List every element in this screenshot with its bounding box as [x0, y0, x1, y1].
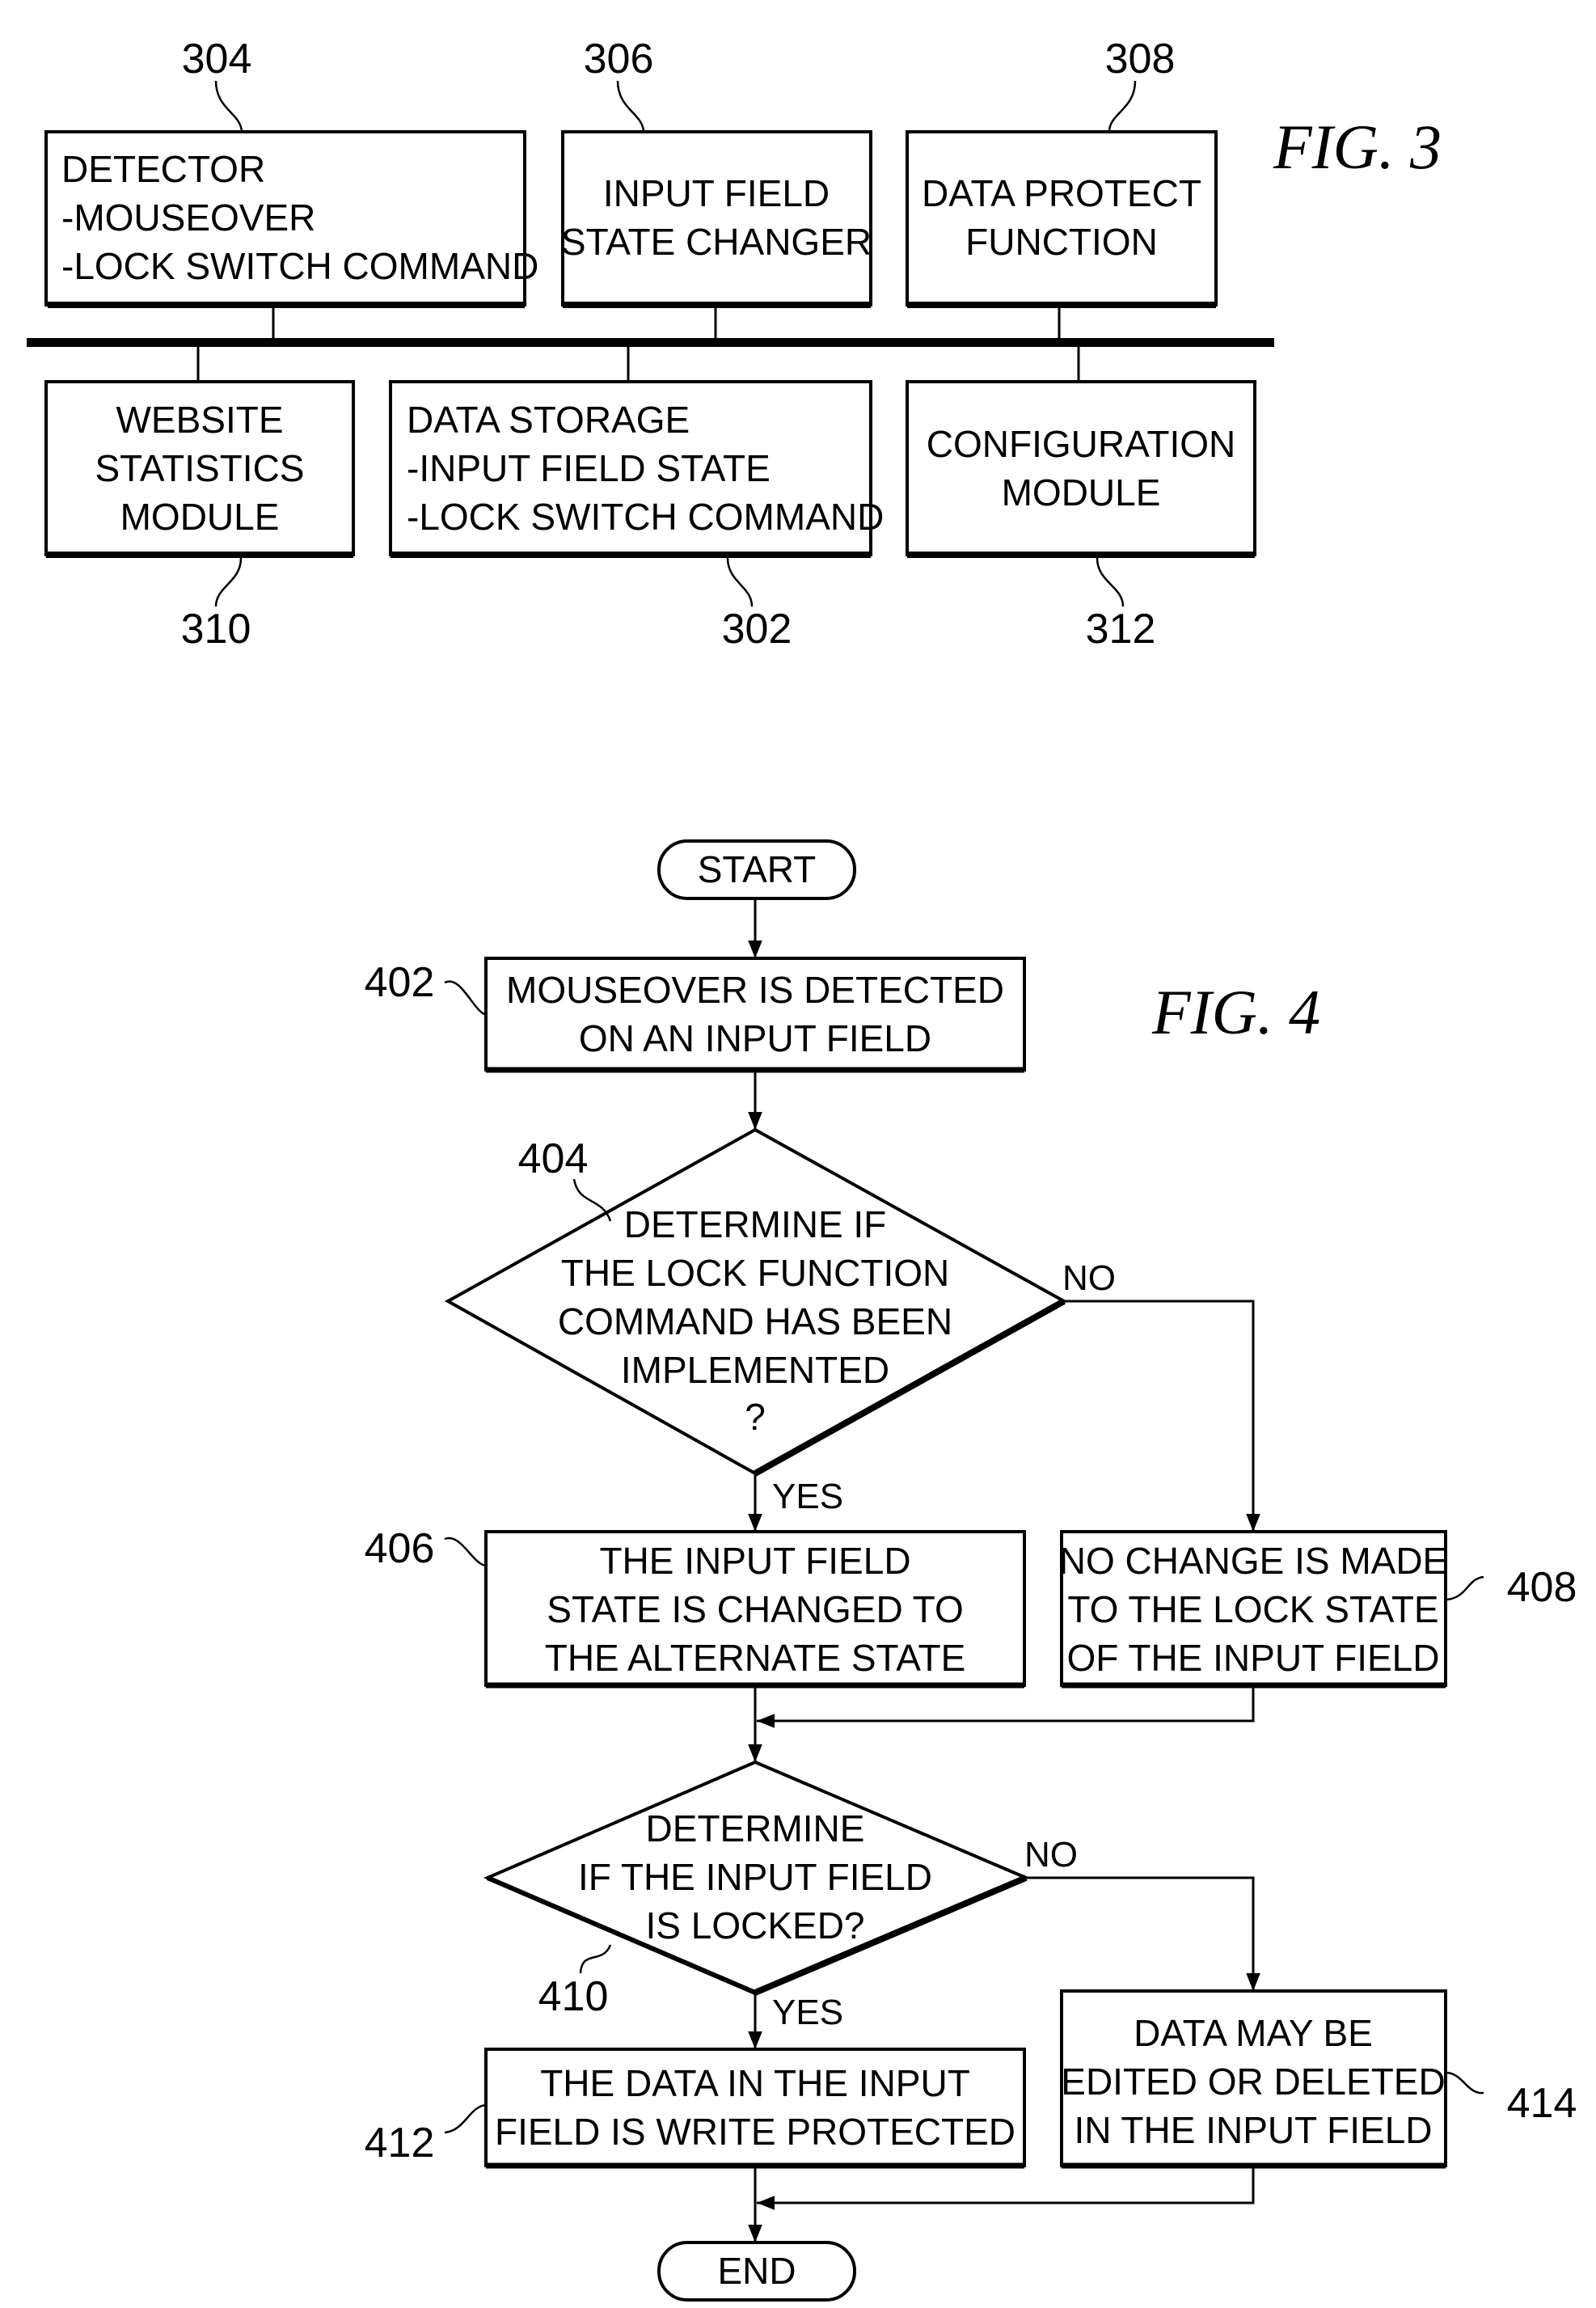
step-414-line-1: DATA MAY BE: [1134, 2012, 1373, 2054]
block-detector-line-3: -LOCK SWITCH COMMAND: [61, 245, 538, 287]
arrow-410-no-to-414: [1026, 1876, 1260, 1991]
block-website-statistics-module: WEBSITE STATISTICS MODULE 310: [44, 347, 355, 653]
figure-4-title: FIG. 4: [1151, 977, 1320, 1047]
block-detector-line-2: -MOUSEOVER: [61, 197, 315, 239]
system-bus: [27, 338, 1274, 347]
decision-410-no-label: NO: [1024, 1835, 1078, 1875]
decision-410-line-1: DETERMINE: [646, 1807, 865, 1849]
end-label: END: [717, 2250, 796, 2292]
block-310-line-1: WEBSITE: [116, 399, 283, 441]
leader-406: [444, 1537, 487, 1567]
block-312-line-2: MODULE: [1002, 471, 1161, 514]
decision-410-yes-label: YES: [772, 1993, 843, 2032]
ref-304: 304: [182, 36, 252, 82]
block-input-field-state-changer: INPUT FIELD STATE CHANGER 306: [561, 36, 872, 340]
leader-308: [1108, 80, 1137, 133]
leader-310: [214, 557, 243, 607]
ref-306: 306: [584, 36, 654, 82]
ref-310: 310: [181, 606, 251, 653]
decision-404-line-2: THE LOCK FUNCTION: [561, 1252, 949, 1294]
start-label: START: [698, 848, 817, 890]
leader-408: [1446, 1575, 1484, 1601]
step-414: DATA MAY BE EDITED OR DELETED IN THE INP…: [1060, 1989, 1577, 2169]
ref-302: 302: [722, 606, 792, 653]
block-306-line-2: STATE CHANGER: [561, 221, 872, 263]
decision-410: DETERMINE IF THE INPUT FIELD IS LOCKED? …: [483, 1760, 1031, 2020]
decision-404: DETERMINE IF THE LOCK FUNCTION COMMAND H…: [444, 1127, 1068, 1477]
figure-3-title: FIG. 3: [1273, 112, 1442, 182]
step-414-line-2: EDITED OR DELETED: [1061, 2061, 1445, 2103]
block-310-line-3: MODULE: [120, 496, 280, 538]
figure-4: FIG. 4 START MOUSEOVER IS DETECTED ON AN…: [365, 839, 1577, 2302]
step-406-line-3: THE ALTERNATE STATE: [545, 1637, 966, 1679]
arrow-404-no-to-408: [1064, 1300, 1260, 1532]
step-408-line-1: NO CHANGE IS MADE: [1059, 1540, 1448, 1582]
leader-304: [214, 80, 243, 133]
ref-308: 308: [1105, 36, 1176, 82]
leader-412: [444, 2103, 487, 2134]
arrow-408-merge: [757, 1685, 1255, 1728]
decision-404-line-4: IMPLEMENTED: [621, 1349, 889, 1391]
step-412-line-2: FIELD IS WRITE PROTECTED: [495, 2111, 1015, 2153]
block-302-line-1: DATA STORAGE: [407, 399, 690, 441]
block-detector-line-1: DETECTOR: [61, 148, 265, 190]
ref-404: 404: [518, 1135, 589, 1182]
patent-drawing-sheet: FIG. 3 DETECTOR -MOUSEOVER -LOCK SWITCH …: [27, 36, 1577, 2302]
step-408-line-2: TO THE LOCK STATE: [1067, 1588, 1438, 1630]
step-406-line-2: STATE IS CHANGED TO: [547, 1588, 963, 1630]
leader-410: [579, 1944, 612, 1974]
decision-410-line-3: IS LOCKED?: [646, 1904, 865, 1947]
block-302-line-2: -INPUT FIELD STATE: [407, 447, 771, 489]
ref-414: 414: [1507, 2080, 1577, 2127]
step-408-line-3: OF THE INPUT FIELD: [1067, 1637, 1440, 1679]
step-406-line-1: THE INPUT FIELD: [599, 1540, 910, 1582]
ref-408: 408: [1507, 1564, 1577, 1611]
step-406: THE INPUT FIELD STATE IS CHANGED TO THE …: [365, 1525, 1026, 1689]
terminator-start: START: [657, 839, 856, 900]
leader-402: [444, 980, 487, 1017]
step-408: NO CHANGE IS MADE TO THE LOCK STATE OF T…: [1059, 1530, 1577, 1689]
decision-404-line-5: ?: [745, 1396, 766, 1438]
step-402-line-2: ON AN INPUT FIELD: [579, 1017, 931, 1059]
block-detector: DETECTOR -MOUSEOVER -LOCK SWITCH COMMAND…: [44, 36, 538, 340]
leader-306: [616, 80, 645, 133]
ref-402: 402: [365, 959, 435, 1006]
block-302-line-3: -LOCK SWITCH COMMAND: [407, 496, 884, 538]
step-412-line-1: THE DATA IN THE INPUT: [540, 2062, 970, 2104]
block-308-line-2: FUNCTION: [965, 221, 1158, 263]
leader-302: [726, 557, 754, 607]
ref-412: 412: [365, 2120, 435, 2166]
ref-406: 406: [365, 1525, 435, 1572]
block-308-line-1: DATA PROTECT: [922, 172, 1201, 214]
block-configuration-module: CONFIGURATION MODULE 312: [906, 347, 1256, 653]
block-data-storage: DATA STORAGE -INPUT FIELD STATE -LOCK SW…: [389, 347, 884, 653]
block-312-line-1: CONFIGURATION: [927, 423, 1235, 465]
terminator-end: END: [657, 2241, 856, 2302]
decision-404-yes-label: YES: [772, 1477, 843, 1516]
decision-404-no-label: NO: [1062, 1258, 1116, 1298]
leader-414: [1446, 2071, 1484, 2095]
decision-404-line-1: DETERMINE IF: [624, 1203, 887, 1245]
step-402: MOUSEOVER IS DETECTED ON AN INPUT FIELD …: [365, 957, 1026, 1073]
block-310-line-2: STATISTICS: [95, 447, 305, 489]
ref-312: 312: [1086, 606, 1156, 653]
ref-410: 410: [538, 1973, 609, 2020]
block-data-protect-function: DATA PROTECT FUNCTION 308: [906, 36, 1218, 340]
leader-312: [1096, 557, 1125, 607]
arrow-414-merge: [757, 2166, 1255, 2210]
step-414-line-3: IN THE INPUT FIELD: [1074, 2109, 1432, 2151]
block-306-line-1: INPUT FIELD: [603, 172, 830, 214]
decision-410-line-2: IF THE INPUT FIELD: [578, 1856, 932, 1898]
decision-404-line-3: COMMAND HAS BEEN: [558, 1300, 952, 1342]
figure-3: FIG. 3 DETECTOR -MOUSEOVER -LOCK SWITCH …: [27, 36, 1442, 653]
step-412: THE DATA IN THE INPUT FIELD IS WRITE PRO…: [365, 2048, 1026, 2169]
step-402-line-1: MOUSEOVER IS DETECTED: [506, 969, 1004, 1011]
